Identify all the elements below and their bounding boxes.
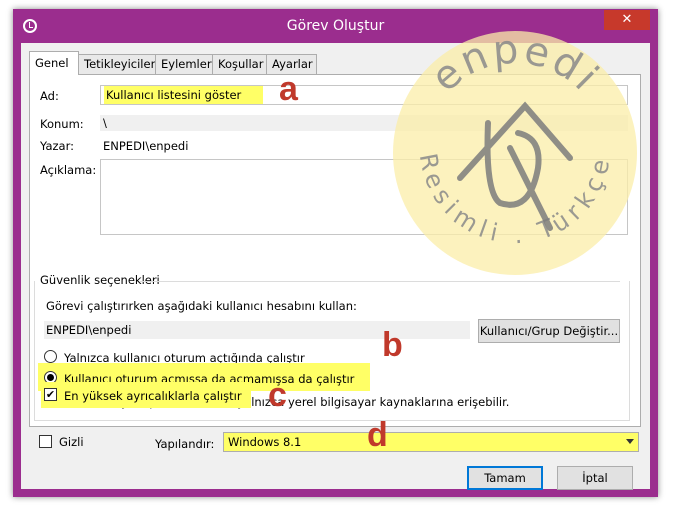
location-label: Konum: bbox=[40, 117, 84, 131]
task-dialog-window: Görev Oluştur ✕ Genel Tetikleyiciler Eyl… bbox=[13, 9, 658, 497]
checkbox-highest-privileges[interactable]: ✔ bbox=[44, 388, 57, 401]
change-user-button[interactable]: Kullanıcı/Grup Değiştir... bbox=[478, 319, 620, 343]
checkbox-hidden[interactable] bbox=[39, 435, 52, 448]
description-label: Açıklama: bbox=[40, 163, 97, 177]
highest-privileges-label: En yüksek ayrıcalıklarla çalıştır bbox=[64, 389, 242, 403]
annotation-c: c bbox=[268, 376, 287, 414]
radio-logged-on-only[interactable] bbox=[44, 350, 57, 363]
tab-conditions[interactable]: Koşullar bbox=[212, 54, 267, 74]
window-title: Görev Oluştur bbox=[286, 18, 385, 34]
general-tab-panel: Ad: Kullanıcı listesini göster Konum: \ … bbox=[29, 74, 641, 427]
chevron-down-icon bbox=[626, 439, 634, 444]
title-bar[interactable]: Görev Oluştur ✕ bbox=[13, 9, 658, 43]
author-value: ENPEDI\enpedi bbox=[103, 139, 189, 153]
dialog-client-area: Genel Tetikleyiciler Eylemler Koşullar A… bbox=[21, 43, 650, 490]
close-button[interactable]: ✕ bbox=[604, 10, 650, 30]
hidden-label: Gizli bbox=[59, 435, 84, 449]
annotation-d: d bbox=[367, 416, 388, 454]
name-label: Ad: bbox=[40, 89, 59, 103]
name-input[interactable]: Kullanıcı listesini göster bbox=[100, 85, 628, 105]
tab-general[interactable]: Genel bbox=[29, 51, 79, 75]
annotation-b: b bbox=[382, 326, 403, 364]
cancel-button[interactable]: İptal bbox=[557, 466, 633, 490]
name-value: Kullanıcı listesini göster bbox=[104, 86, 264, 104]
tab-triggers[interactable]: Tetikleyiciler bbox=[78, 54, 156, 74]
annotation-a: a bbox=[279, 70, 298, 108]
description-textarea[interactable] bbox=[100, 159, 628, 235]
author-label: Yazar: bbox=[40, 139, 74, 153]
configure-dropdown[interactable]: Windows 8.1 bbox=[223, 432, 639, 452]
tab-actions[interactable]: Eylemler bbox=[155, 54, 213, 74]
run-as-label: Görevi çalıştırırken aşağıdaki kullanıcı… bbox=[46, 299, 357, 313]
user-account-value: ENPEDI\enpedi bbox=[44, 321, 470, 339]
configure-value: Windows 8.1 bbox=[228, 435, 302, 449]
configure-label: Yapılandır: bbox=[155, 437, 215, 451]
location-value: \ bbox=[100, 115, 628, 131]
ok-button[interactable]: Tamam bbox=[467, 466, 543, 490]
